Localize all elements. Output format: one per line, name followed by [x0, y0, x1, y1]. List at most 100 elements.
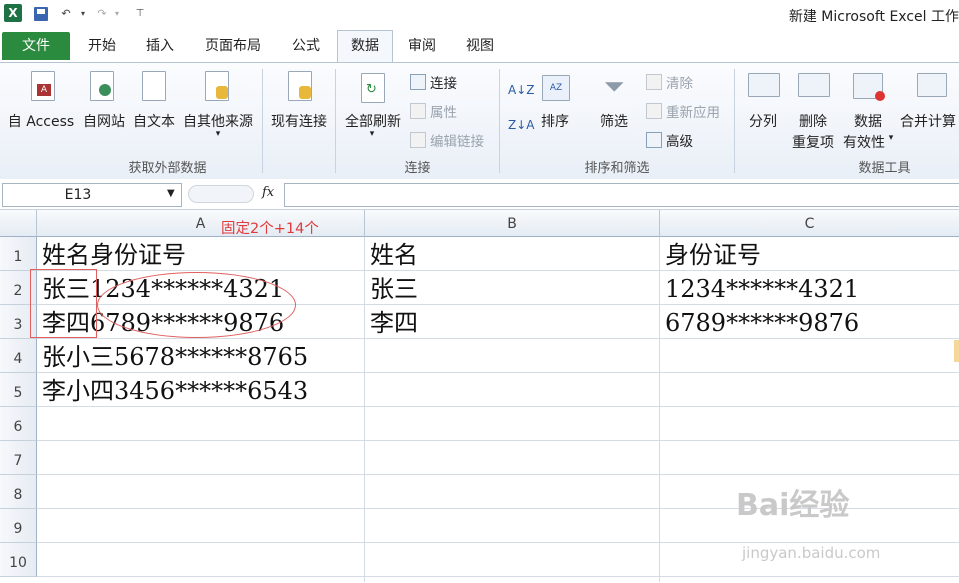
select-all-corner[interactable] — [0, 210, 37, 237]
tab-formulas[interactable]: 公式 — [284, 30, 328, 60]
watermark-logo: Bai经验 — [736, 488, 850, 523]
cell-a4[interactable]: 张小三5678******8765 — [42, 340, 308, 374]
gridline — [37, 474, 959, 475]
remove-duplicates-label-2: 重复项 — [792, 135, 834, 151]
dropdown-arrow-icon: ▾ — [215, 129, 221, 139]
other-sources-icon — [205, 71, 229, 101]
tab-review[interactable]: 审阅 — [400, 30, 444, 60]
column-header-c[interactable]: C — [660, 210, 959, 237]
connections-button[interactable]: 连接 — [410, 72, 457, 92]
name-box-value: E13 — [64, 187, 92, 203]
scroll-edge-marker — [954, 340, 959, 362]
row-header-10[interactable]: 10 — [0, 543, 37, 577]
from-access-button[interactable]: 自 Access — [4, 111, 78, 131]
from-other-sources-button[interactable]: 自其他来源 — [180, 111, 256, 131]
redo-dropdown-icon[interactable]: ▾ — [112, 5, 122, 23]
from-text-button[interactable]: 自文本 — [130, 111, 178, 131]
name-box-dropdown-icon[interactable]: ▼ — [167, 188, 175, 199]
clear-label: 清除 — [666, 76, 693, 92]
row-header-1[interactable]: 1 — [0, 237, 37, 271]
row-header-6[interactable]: 6 — [0, 407, 37, 441]
cell-c3[interactable]: 6789******9876 — [665, 306, 859, 340]
column-header-b[interactable]: B — [365, 210, 660, 237]
properties-button[interactable]: 属性 — [410, 101, 457, 121]
undo-icon[interactable]: ↶ — [58, 5, 74, 23]
excel-logo-icon[interactable]: X — [4, 4, 22, 22]
dropdown-arrow-icon: ▾ — [369, 129, 375, 139]
gridline — [37, 440, 959, 441]
cell-b3[interactable]: 李四 — [370, 306, 418, 340]
existing-connections-icon — [288, 71, 312, 101]
dropdown-arrow-icon: ▾ — [888, 133, 894, 143]
insert-function-icon[interactable]: fx — [262, 185, 274, 200]
row-header-4[interactable]: 4 — [0, 339, 37, 373]
link-icon — [410, 132, 426, 148]
tab-file[interactable]: 文件 — [2, 32, 70, 60]
from-web-button[interactable]: 自网站 — [79, 111, 129, 131]
tab-insert[interactable]: 插入 — [138, 30, 182, 60]
undo-dropdown-icon[interactable]: ▾ — [78, 5, 88, 23]
edit-links-label: 编辑链接 — [430, 134, 484, 150]
existing-connections-button[interactable]: 现有连接 — [266, 111, 332, 131]
refresh-all-button[interactable]: 全部刷新 — [340, 111, 406, 131]
tab-data[interactable]: 数据 — [337, 30, 393, 62]
tab-view[interactable]: 视图 — [458, 30, 502, 60]
group-label-data-tools: 数据工具 — [858, 161, 911, 176]
name-box[interactable]: E13 ▼ — [2, 183, 182, 207]
connections-icon — [410, 74, 426, 90]
advanced-filter-icon — [646, 132, 662, 148]
reapply-button[interactable]: 重新应用 — [646, 101, 720, 121]
clear-filter-icon — [646, 74, 662, 90]
filter-button[interactable]: 筛选 — [595, 111, 633, 131]
formula-input[interactable] — [284, 183, 959, 207]
web-icon — [90, 71, 114, 101]
remove-duplicates-icon — [798, 73, 830, 97]
tab-page-layout[interactable]: 页面布局 — [196, 30, 270, 60]
text-to-columns-button[interactable]: 分列 — [743, 111, 783, 131]
cell-b2[interactable]: 张三 — [370, 272, 418, 306]
save-icon[interactable] — [34, 7, 48, 21]
properties-icon — [410, 103, 426, 119]
ribbon: A 自 Access 自网站 自文本 自其他来源 ▾ 现有连接 获取外部数据 ↻… — [0, 62, 959, 180]
cell-a5[interactable]: 李小四3456******6543 — [42, 374, 308, 408]
cell-c1[interactable]: 身份证号 — [665, 238, 761, 272]
connections-label: 连接 — [430, 76, 457, 92]
properties-label: 属性 — [430, 105, 457, 121]
row-header-7[interactable]: 7 — [0, 441, 37, 475]
formula-bar-expand-handle[interactable] — [188, 185, 254, 203]
group-label-connections: 连接 — [404, 161, 431, 176]
watermark-url: jingyan.baidu.com — [742, 544, 881, 562]
consolidate-button[interactable]: 合并计算 — [900, 111, 959, 131]
sort-ascending-icon[interactable]: A↓Z — [508, 83, 534, 97]
filter-funnel-icon: ⏷ — [603, 72, 625, 102]
customize-toolbar-icon[interactable]: ⊤ — [134, 5, 146, 23]
sort-button[interactable]: 排序 — [536, 111, 574, 131]
text-to-columns-icon — [748, 73, 780, 97]
edit-links-button[interactable]: 编辑链接 — [410, 130, 484, 150]
sort-descending-icon[interactable]: Z↓A — [508, 118, 534, 132]
cell-c2[interactable]: 1234******4321 — [665, 272, 859, 306]
ribbon-tabs: 文件 开始 插入 页面布局 公式 数据 审阅 视图 — [0, 30, 959, 62]
reapply-icon — [646, 103, 662, 119]
remove-duplicates-button[interactable]: 删除 — [790, 111, 836, 131]
data-validation-button[interactable]: 数据 — [846, 111, 890, 131]
text-file-icon — [142, 71, 166, 101]
tab-home[interactable]: 开始 — [80, 30, 124, 60]
row-header-5[interactable]: 5 — [0, 373, 37, 407]
gridline — [37, 576, 959, 577]
data-validation-label-2: 有效性 — [843, 135, 885, 151]
redo-icon[interactable]: ↷ — [94, 5, 110, 23]
annotation-ellipse — [97, 272, 296, 338]
clear-button[interactable]: 清除 — [646, 72, 693, 92]
annotation-rectangle — [30, 269, 97, 338]
cell-a1[interactable]: 姓名身份证号 — [42, 238, 186, 272]
advanced-filter-button[interactable]: 高级 — [646, 130, 693, 150]
cell-b1[interactable]: 姓名 — [370, 238, 418, 272]
access-db-icon: A — [31, 71, 55, 101]
sort-icon: AZ — [542, 75, 570, 101]
group-label-get-external-data: 获取外部数据 — [128, 161, 207, 176]
title-bar: X ↶ ▾ ↷ ▾ ⊤ 新建 Microsoft Excel 工作 — [0, 0, 959, 30]
row-header-9[interactable]: 9 — [0, 509, 37, 543]
reapply-label: 重新应用 — [666, 105, 720, 121]
row-header-8[interactable]: 8 — [0, 475, 37, 509]
